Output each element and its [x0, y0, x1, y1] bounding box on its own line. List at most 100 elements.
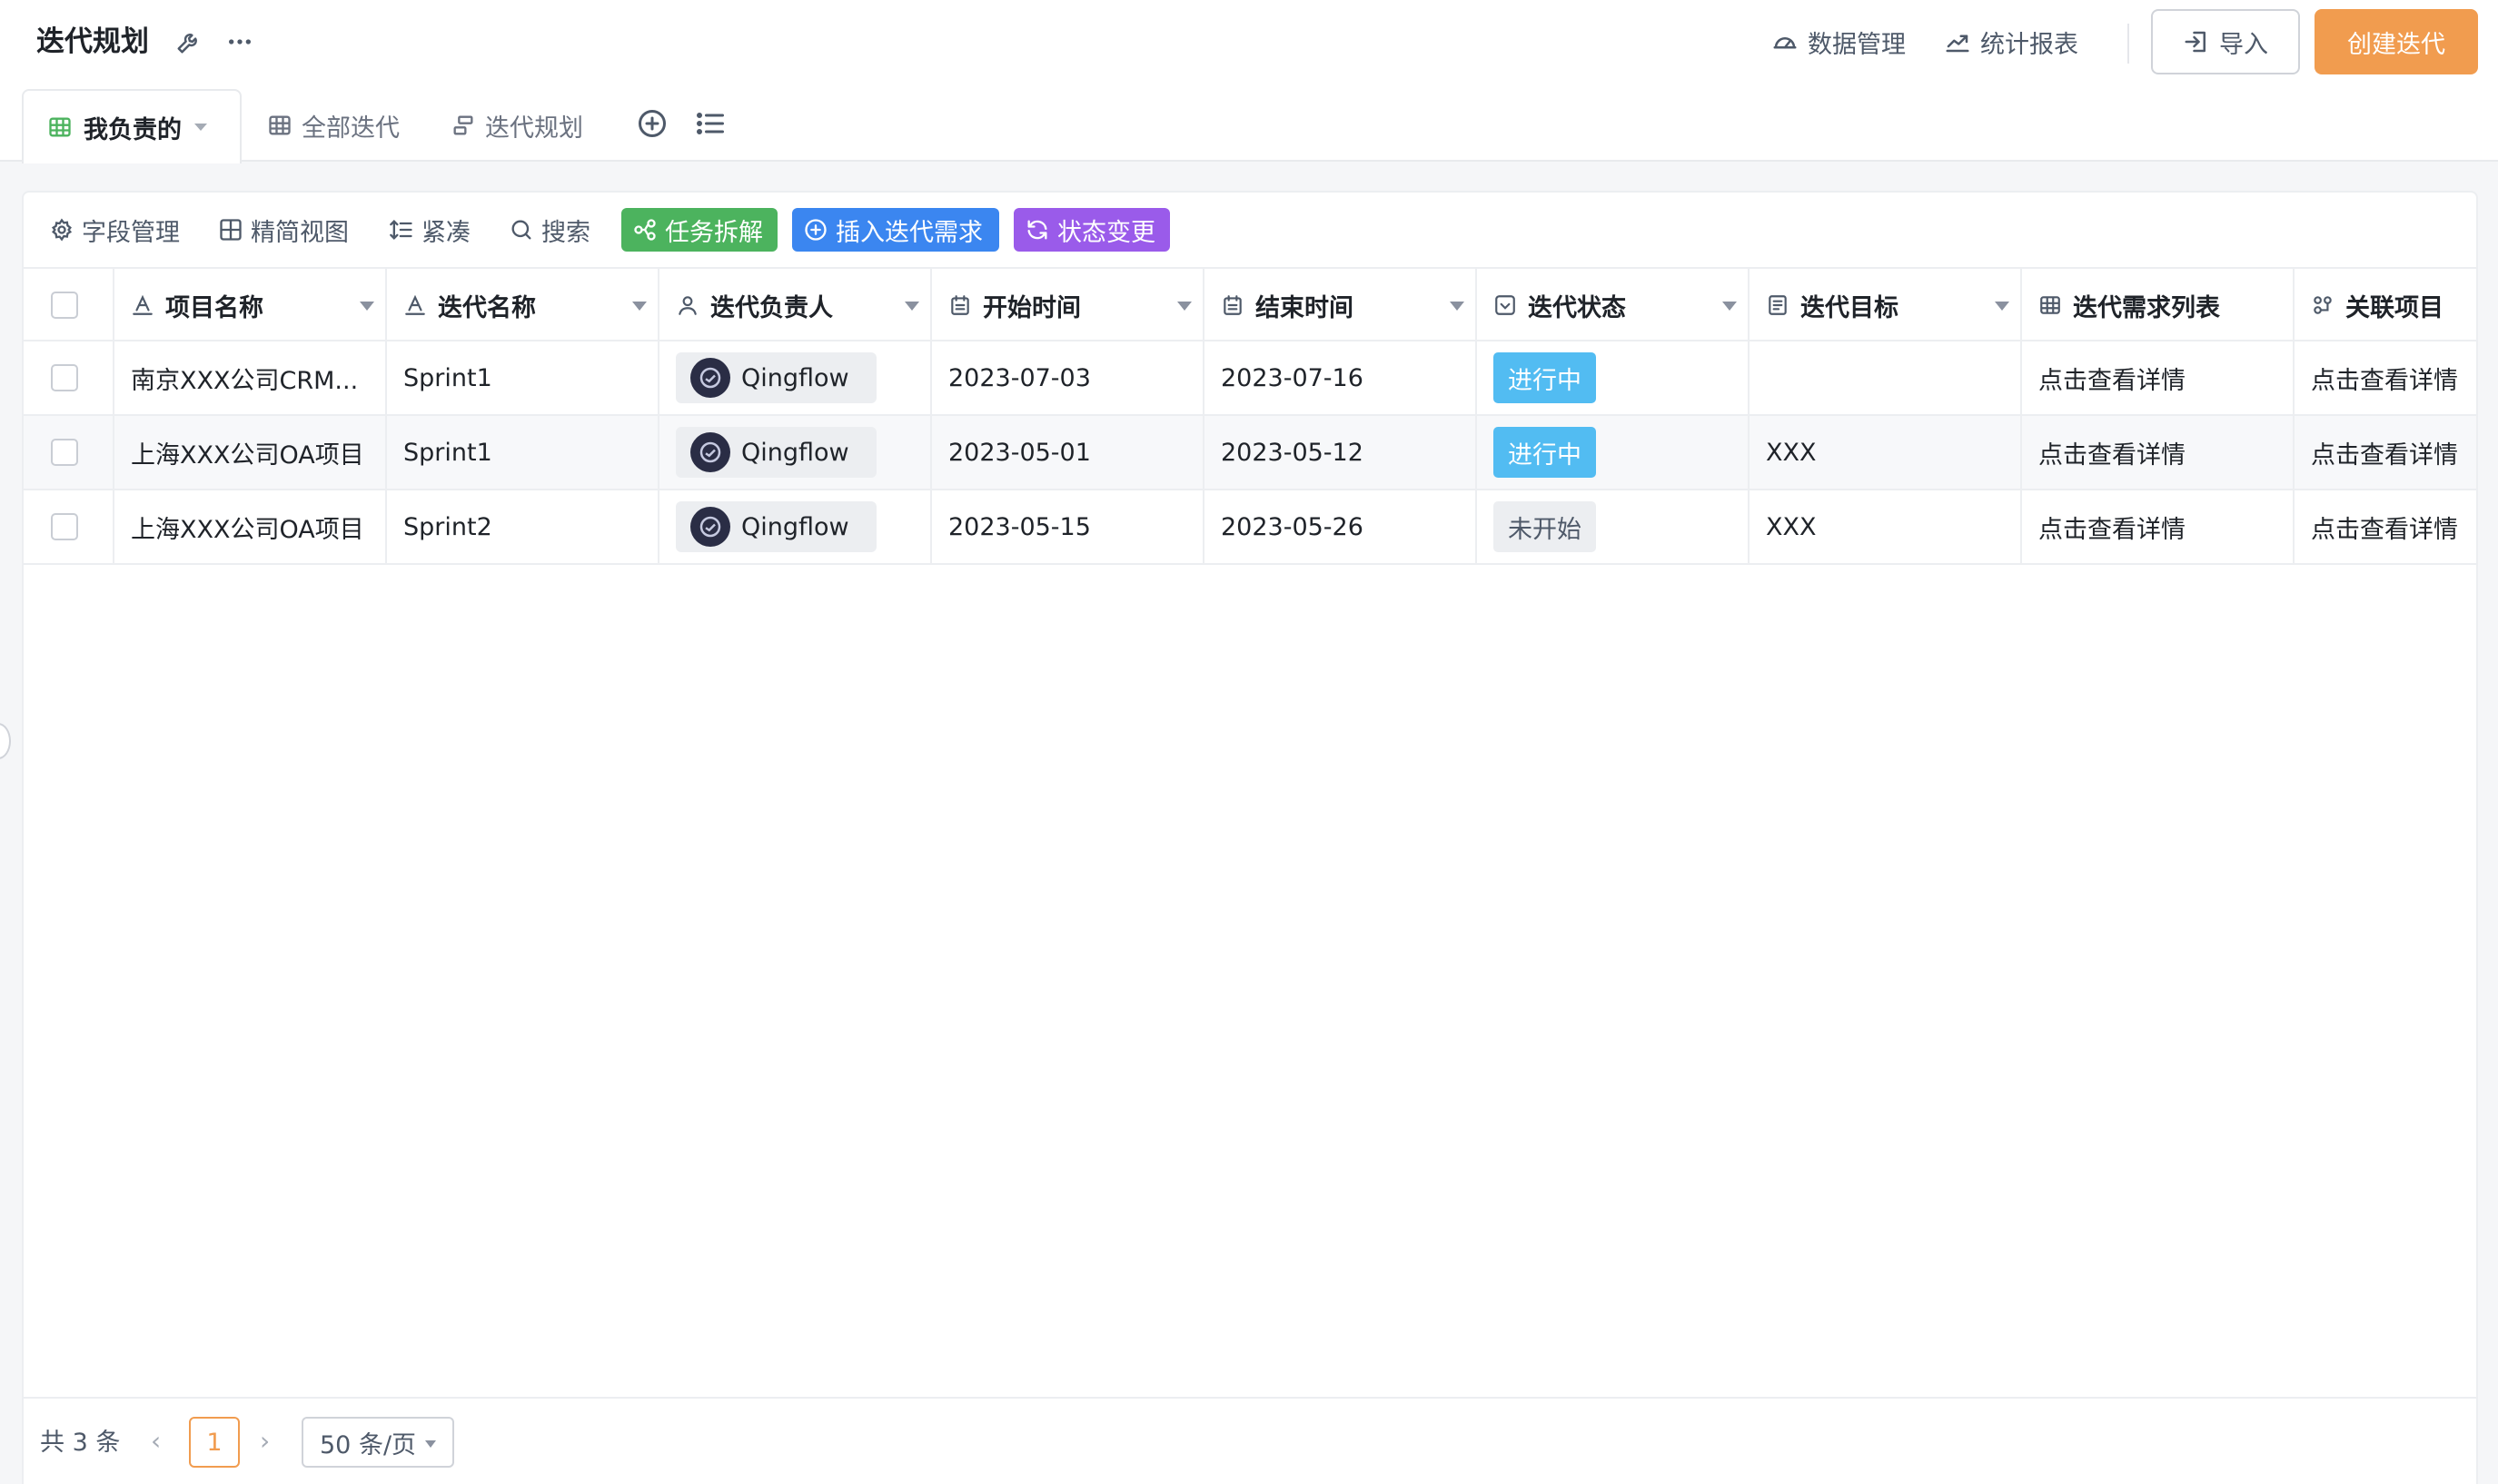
dashboard-icon [1773, 37, 1797, 49]
data-management-label: 数据管理 [1808, 30, 1906, 59]
tab-iteration-plan[interactable]: 迭代规划 [451, 93, 583, 158]
cell-project[interactable]: 南京XXX公司CRM... [114, 341, 387, 414]
cell-start[interactable]: 2023-05-15 [932, 490, 1204, 563]
column-label: 关联项目 [2345, 293, 2443, 322]
cell-status[interactable]: 进行中 [1477, 416, 1750, 489]
cell-owner[interactable]: Qingflow [659, 490, 932, 563]
chevron-down-icon[interactable] [194, 124, 207, 131]
row-select-cell [24, 416, 114, 489]
insert-requirement-button[interactable]: 插入迭代需求 [792, 208, 999, 252]
column-header-project[interactable]: 项目名称 [114, 269, 387, 341]
data-management-link[interactable]: 数据管理 [1771, 20, 1906, 64]
column-label: 结束时间 [1255, 293, 1353, 322]
status-change-button[interactable]: 状态变更 [1014, 208, 1170, 252]
cell-end[interactable]: 2023-07-16 [1204, 341, 1477, 414]
cell-related-link[interactable]: 点击查看详情 [2295, 490, 2476, 563]
next-page-icon[interactable]: › [260, 1426, 270, 1456]
column-header-goal[interactable]: 迭代目标 [1750, 269, 2022, 341]
compact-button[interactable]: 紧凑 [389, 209, 471, 251]
textarea-field-icon [1769, 295, 1787, 315]
cell-owner[interactable]: Qingflow [659, 341, 932, 414]
trend-icon [1946, 35, 1969, 53]
avatar [690, 432, 730, 472]
select-all-checkbox[interactable] [51, 292, 78, 319]
tab-my-responsible[interactable]: 我负责的 [22, 89, 242, 163]
avatar [690, 507, 730, 547]
user-chip[interactable]: Qingflow [676, 427, 877, 478]
cell-related-link[interactable]: 点击查看详情 [2295, 341, 2476, 414]
table-row[interactable]: 南京XXX公司CRM... Sprint1 Qingflow 2023-07-0… [24, 341, 2476, 416]
create-iteration-button[interactable]: 创建迭代 [2315, 9, 2478, 74]
cell-status[interactable]: 未开始 [1477, 490, 1750, 563]
cell-owner[interactable]: Qingflow [659, 416, 932, 489]
status-change-label: 状态变更 [1057, 218, 1155, 247]
cell-start[interactable]: 2023-05-01 [932, 416, 1204, 489]
caret-down-icon[interactable] [1177, 302, 1192, 311]
stats-report-link[interactable]: 统计报表 [1944, 20, 2078, 64]
line-height-icon [390, 220, 412, 240]
total-count: 共 3 条 [40, 1429, 121, 1457]
search-label: 搜索 [541, 218, 590, 247]
cell-status[interactable]: 进行中 [1477, 341, 1750, 414]
table-icon [2040, 296, 2060, 314]
add-view-icon[interactable] [630, 102, 674, 145]
user-chip[interactable]: Qingflow [676, 352, 877, 403]
cell-end[interactable]: 2023-05-12 [1204, 416, 1477, 489]
caret-down-icon[interactable] [1995, 302, 2009, 311]
pagination-bar: 共 3 条 ‹ 1 › 50 条/页 [24, 1397, 2476, 1484]
wrench-icon[interactable] [171, 24, 207, 60]
cell-sprint[interactable]: Sprint1 [387, 416, 659, 489]
cell-project[interactable]: 上海XXX公司OA项目 [114, 490, 387, 563]
import-button[interactable]: 导入 [2151, 9, 2300, 74]
cell-project[interactable]: 上海XXX公司OA项目 [114, 416, 387, 489]
column-header-status[interactable]: 迭代状态 [1477, 269, 1750, 341]
cell-sprint[interactable]: Sprint1 [387, 341, 659, 414]
cell-goal[interactable]: XXX [1750, 416, 2022, 489]
column-header-owner[interactable]: 迭代负责人 [659, 269, 932, 341]
table-header-row: 项目名称 迭代名称 迭代负责人 开始时间 结束时间 迭代状态 迭代目标 迭代需求… [24, 267, 2476, 341]
page-size-select[interactable]: 50 条/页 [302, 1417, 454, 1468]
cell-goal[interactable] [1750, 341, 2022, 414]
caret-down-icon[interactable] [1450, 302, 1464, 311]
column-header-start[interactable]: 开始时间 [932, 269, 1204, 341]
row-checkbox[interactable] [51, 439, 78, 466]
caret-down-icon[interactable] [360, 302, 374, 311]
column-header-end[interactable]: 结束时间 [1204, 269, 1477, 341]
caret-down-icon[interactable] [905, 302, 919, 311]
simple-view-button[interactable]: 精简视图 [218, 209, 349, 251]
field-management-button[interactable]: 字段管理 [49, 209, 180, 251]
sidebar-expand-handle[interactable] [0, 723, 11, 759]
cell-start[interactable]: 2023-07-03 [932, 341, 1204, 414]
column-label: 迭代需求列表 [2073, 293, 2220, 322]
select-all-cell [24, 269, 114, 341]
cell-sprint[interactable]: Sprint2 [387, 490, 659, 563]
column-header-related[interactable]: 关联项目 [2295, 269, 2476, 341]
cell-related-link[interactable]: 点击查看详情 [2295, 416, 2476, 489]
caret-down-icon[interactable] [1722, 302, 1737, 311]
cell-req-list-link[interactable]: 点击查看详情 [2022, 416, 2295, 489]
avatar [690, 358, 730, 398]
tab-all-iterations[interactable]: 全部迭代 [267, 93, 400, 158]
table-row[interactable]: 上海XXX公司OA项目 Sprint2 Qingflow 2023-05-15 … [24, 490, 2476, 565]
more-icon[interactable] [222, 24, 258, 60]
prev-page-icon[interactable]: ‹ [151, 1426, 161, 1456]
user-name: Qingflow [741, 438, 849, 467]
cell-req-list-link[interactable]: 点击查看详情 [2022, 490, 2295, 563]
user-chip[interactable]: Qingflow [676, 501, 877, 552]
row-checkbox[interactable] [51, 513, 78, 540]
text-field-icon [133, 294, 153, 315]
cell-req-list-link[interactable]: 点击查看详情 [2022, 341, 2295, 414]
search-button[interactable]: 搜索 [509, 209, 590, 251]
page-number-current[interactable]: 1 [189, 1417, 240, 1468]
task-split-button[interactable]: 任务拆解 [621, 208, 778, 252]
cell-goal[interactable]: XXX [1750, 490, 2022, 563]
list-icon[interactable] [689, 102, 732, 145]
tab-label: 迭代规划 [485, 114, 583, 143]
row-checkbox[interactable] [51, 364, 78, 391]
table-row[interactable]: 上海XXX公司OA项目 Sprint1 Qingflow 2023-05-01 … [24, 416, 2476, 490]
column-header-req-list[interactable]: 迭代需求列表 [2022, 269, 2295, 341]
caret-down-icon[interactable] [632, 302, 647, 311]
cell-end[interactable]: 2023-05-26 [1204, 490, 1477, 563]
column-header-sprint[interactable]: 迭代名称 [387, 269, 659, 341]
refresh-icon [1027, 220, 1047, 240]
